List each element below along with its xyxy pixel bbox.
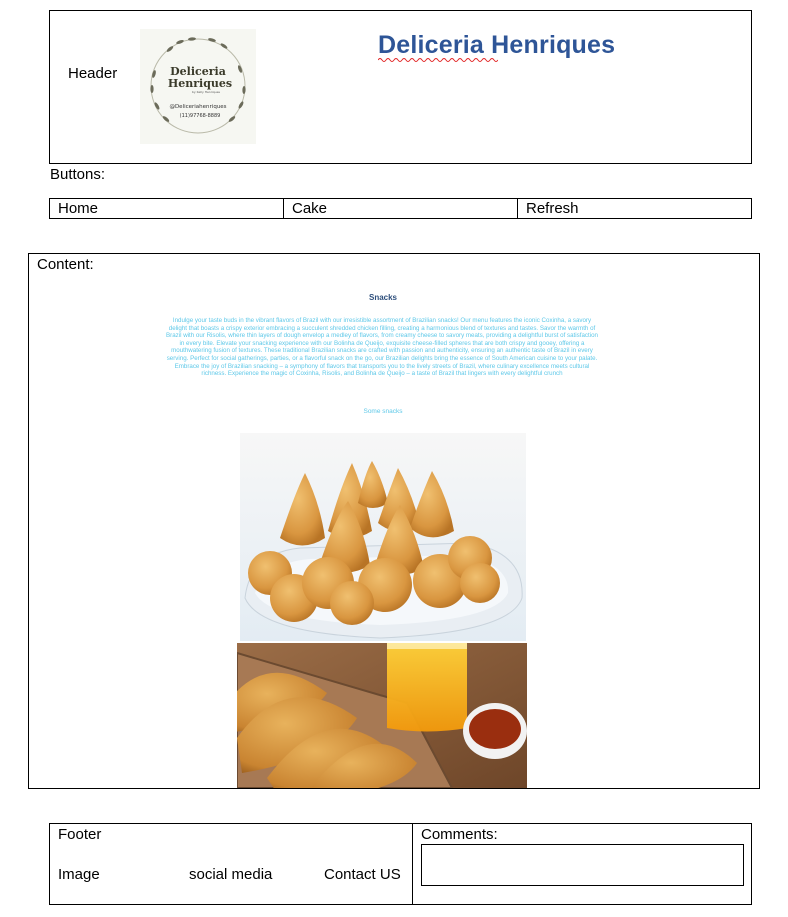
spellcheck-underline (378, 58, 498, 62)
pastel-photo (237, 643, 527, 788)
content-label: Content: (37, 256, 94, 273)
logo-handle-text: @Deliceriahenriques (169, 104, 226, 110)
logo-phone-text: (11)97768-8889 (180, 113, 221, 119)
logo-name2-text: Henriques (168, 77, 232, 90)
comments-label: Comments: (421, 826, 498, 843)
buttons-row: Home Cake Refresh (49, 198, 752, 219)
footer-label: Footer (58, 826, 102, 843)
footer-social-media-link[interactable]: social media (189, 866, 272, 883)
snacks-description: Indulge your taste buds in the vibrant f… (166, 317, 598, 378)
snacks-caption: Some snacks (363, 408, 403, 415)
logo-by-text: by Kelly Henriques (192, 90, 220, 94)
site-title: Deliceria Henriques (378, 31, 616, 59)
comment-input[interactable] (421, 844, 744, 886)
logo-wreath-image: Deliceria Henriques by Kelly Henriques @… (150, 37, 246, 134)
home-button[interactable]: Home (50, 199, 284, 218)
cake-button[interactable]: Cake (284, 199, 518, 218)
refresh-button[interactable]: Refresh (518, 199, 751, 218)
header-label: Header (68, 65, 118, 82)
logo: Deliceria Henriques by Kelly Henriques @… (140, 29, 256, 144)
coxinha-photo (240, 433, 526, 641)
footer-contact-link[interactable]: Contact US (324, 866, 401, 883)
snacks-heading: Snacks (368, 293, 398, 302)
footer-divider (412, 823, 413, 905)
footer-image-link[interactable]: Image (58, 866, 100, 883)
buttons-label: Buttons: (50, 166, 106, 183)
